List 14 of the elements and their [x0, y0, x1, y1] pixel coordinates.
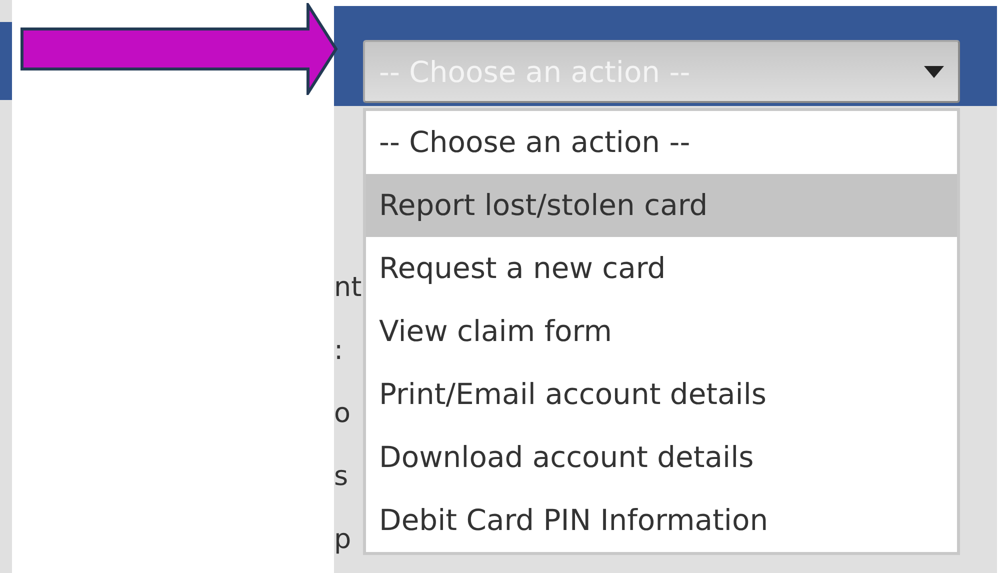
obscured-text: nt: [334, 271, 363, 305]
dropdown-option[interactable]: Request a new card: [366, 237, 957, 300]
obscured-text: p: [334, 523, 352, 557]
caret-icon: [924, 66, 944, 78]
arrow-icon: [20, 3, 338, 95]
dropdown-option[interactable]: Report lost/stolen card: [366, 174, 957, 237]
obscured-text: s: [334, 460, 350, 494]
dropdown-option[interactable]: -- Choose an action --: [366, 111, 957, 174]
dropdown-option[interactable]: Debit Card PIN Information: [366, 489, 957, 552]
dropdown-option[interactable]: Download account details: [366, 426, 957, 489]
dropdown-option[interactable]: View claim form: [366, 300, 957, 363]
obscured-text: :: [334, 334, 344, 368]
obscured-text: o: [334, 397, 352, 431]
dropdown-option[interactable]: Print/Email account details: [366, 363, 957, 426]
